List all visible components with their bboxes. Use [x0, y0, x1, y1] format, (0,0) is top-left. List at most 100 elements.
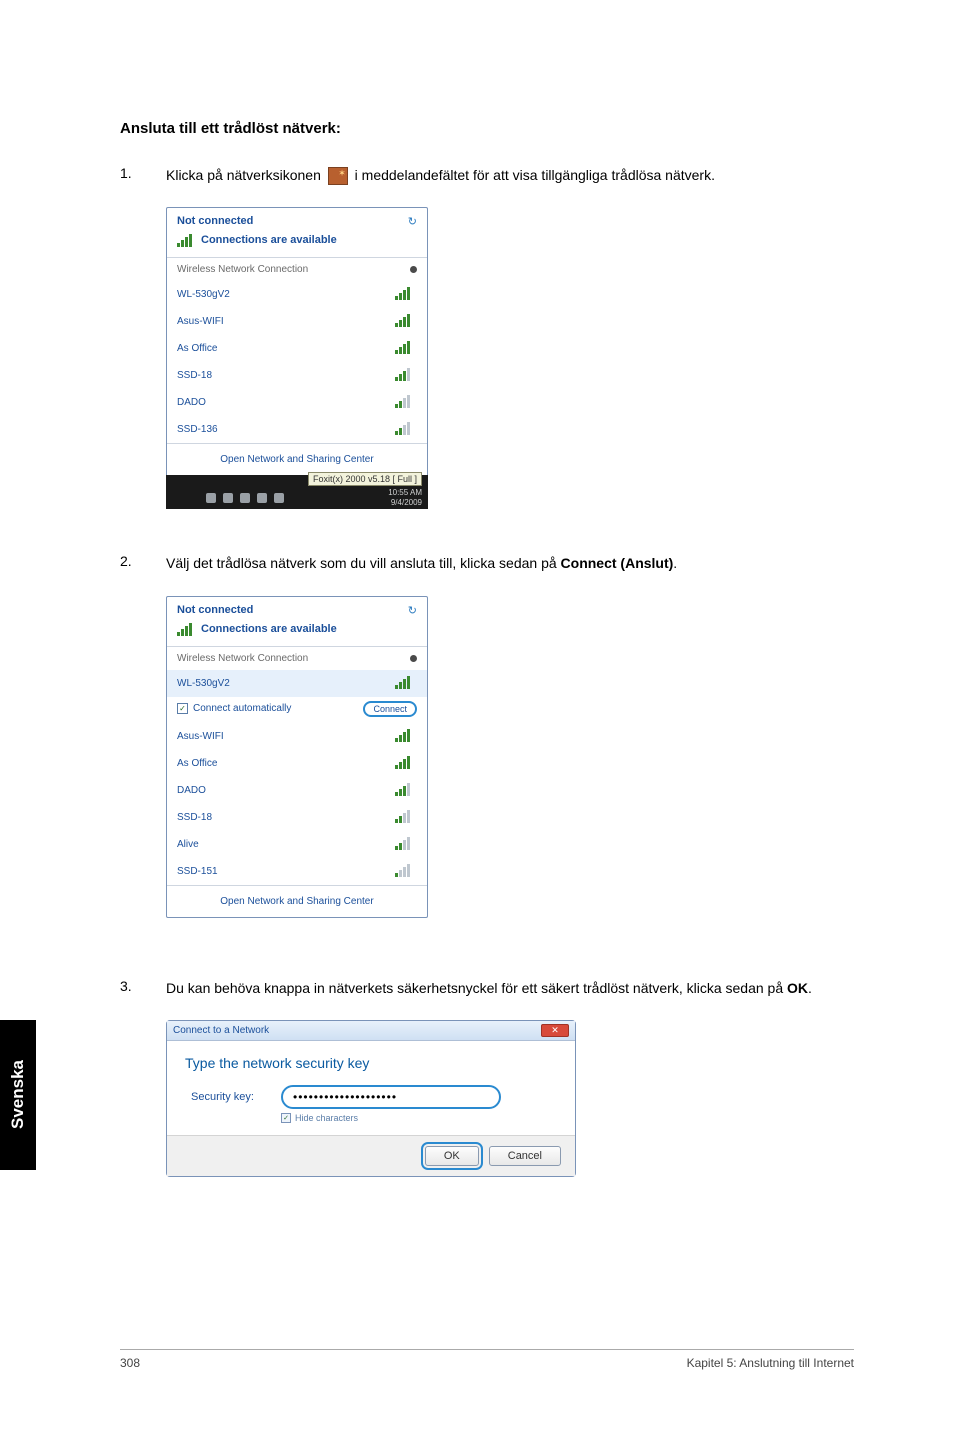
refresh-icon[interactable]: ↻: [408, 215, 417, 228]
clock: 10:55 AM 9/4/2009: [388, 488, 422, 507]
hide-chars-row: ✓ Hide characters: [281, 1113, 557, 1123]
network-name: SSD-18: [177, 370, 212, 381]
network-tray-icon: [328, 167, 348, 185]
open-sharing-center-link[interactable]: Open Network and Sharing Center: [167, 443, 427, 475]
step-3-bold: OK: [787, 980, 808, 996]
hide-chars-checkbox[interactable]: ✓: [281, 1113, 291, 1123]
step-2-post: .: [673, 555, 677, 571]
signal-icon: [395, 421, 413, 435]
network-name: SSD-136: [177, 424, 218, 435]
dialog-titlebar: Connect to a Network ✕: [167, 1021, 575, 1041]
signal-icon: [395, 340, 413, 354]
tray-icons: [206, 493, 284, 503]
language-tab: Svenska: [0, 1020, 36, 1170]
network-item[interactable]: As Office: [167, 335, 427, 362]
network-item[interactable]: Asus-WIFI: [167, 308, 427, 335]
signal-icon: [177, 233, 195, 247]
dialog-heading: Type the network security key: [185, 1055, 557, 1071]
tray-tooltip: Foxit(x) 2000 v5.18 [ Full ]: [308, 472, 422, 486]
popup1-list: WL-530gV2 Asus-WIFI As Office SSD-18 DAD…: [167, 281, 427, 443]
step-3-num: 3.: [120, 978, 166, 994]
popup2-section: Wireless Network Connection: [167, 646, 427, 670]
signal-icon: [395, 836, 413, 850]
security-key-label: Security key:: [191, 1091, 267, 1103]
step-3: 3. Du kan behöva knappa in nätverkets sä…: [120, 978, 854, 998]
signal-icon: [395, 313, 413, 327]
network-name: DADO: [177, 785, 206, 796]
connect-row: ✓ Connect automatically Connect: [167, 697, 427, 723]
popup2-title: Not connected: [177, 604, 417, 616]
network-name: SSD-18: [177, 812, 212, 823]
step-1-text: Klicka på nätverksikonen i meddelandefäl…: [166, 165, 715, 185]
page-heading: Ansluta till ett trådlöst nätverk:: [120, 120, 854, 137]
network-item[interactable]: SSD-151: [167, 858, 427, 885]
step-2-bold: Connect (Anslut): [561, 555, 674, 571]
signal-icon: [395, 809, 413, 823]
network-name: Asus-WIFI: [177, 731, 224, 742]
network-name: SSD-151: [177, 866, 218, 877]
step-2-num: 2.: [120, 553, 166, 569]
step-1-num: 1.: [120, 165, 166, 181]
taskbar: Foxit(x) 2000 v5.18 [ Full ] 10:55 AM 9/…: [166, 475, 428, 509]
open-sharing-center-link[interactable]: Open Network and Sharing Center: [167, 885, 427, 917]
dialog-title: Connect to a Network: [173, 1025, 269, 1036]
popup2-section-label: Wireless Network Connection: [177, 653, 308, 664]
step-2-pre: Välj det trådlösa nätverk som du vill an…: [166, 555, 561, 571]
network-item[interactable]: As Office: [167, 750, 427, 777]
network-name: As Office: [177, 343, 217, 354]
network-name: WL-530gV2: [177, 678, 230, 689]
popup1-section-label: Wireless Network Connection: [177, 264, 308, 275]
signal-icon: [395, 286, 413, 300]
security-key-dialog: Connect to a Network ✕ Type the network …: [166, 1020, 576, 1177]
popup1-title: Not connected: [177, 215, 417, 227]
ok-button[interactable]: OK: [425, 1146, 479, 1166]
network-name: DADO: [177, 397, 206, 408]
network-item[interactable]: Alive: [167, 831, 427, 858]
page-number: 308: [120, 1356, 140, 1370]
step-3-text: Du kan behöva knappa in nätverkets säker…: [166, 978, 812, 998]
expand-icon[interactable]: [410, 655, 417, 662]
step-1-post: i meddelandefältet för att visa tillgäng…: [355, 167, 715, 183]
security-key-input[interactable]: ••••••••••••••••••••: [281, 1085, 501, 1109]
refresh-icon[interactable]: ↻: [408, 604, 417, 617]
step-3-pre: Du kan behöva knappa in nätverkets säker…: [166, 980, 787, 996]
network-item[interactable]: DADO: [167, 389, 427, 416]
network-name: As Office: [177, 758, 217, 769]
close-button[interactable]: ✕: [541, 1024, 569, 1037]
popup1-avail: Connections are available: [201, 234, 337, 246]
signal-icon: [395, 782, 413, 796]
step-1: 1. Klicka på nätverksikonen i meddelande…: [120, 165, 854, 185]
network-item[interactable]: Asus-WIFI: [167, 723, 427, 750]
step-1-pre: Klicka på nätverksikonen: [166, 167, 325, 183]
network-item[interactable]: WL-530gV2: [167, 281, 427, 308]
network-item[interactable]: SSD-18: [167, 362, 427, 389]
hide-chars-label: Hide characters: [295, 1113, 358, 1123]
security-key-value: ••••••••••••••••••••: [293, 1090, 397, 1104]
signal-icon: [395, 863, 413, 877]
popup1-section: Wireless Network Connection: [167, 257, 427, 281]
network-item[interactable]: SSD-18: [167, 804, 427, 831]
wifi-popup-2: ↻ Not connected Connections are availabl…: [166, 596, 428, 918]
signal-icon: [395, 755, 413, 769]
network-item-selected[interactable]: WL-530gV2: [167, 670, 427, 697]
signal-icon: [177, 622, 195, 636]
wifi-popup-1: ↻ Not connected Connections are availabl…: [166, 207, 428, 509]
time: 10:55 AM: [388, 488, 422, 497]
network-name: Alive: [177, 839, 199, 850]
cancel-button[interactable]: Cancel: [489, 1146, 561, 1166]
step-3-post: .: [808, 980, 812, 996]
expand-icon[interactable]: [410, 266, 417, 273]
network-item[interactable]: SSD-136: [167, 416, 427, 443]
step-2-text: Välj det trådlösa nätverk som du vill an…: [166, 553, 677, 573]
date: 9/4/2009: [391, 498, 422, 507]
signal-icon: [395, 728, 413, 742]
network-item[interactable]: DADO: [167, 777, 427, 804]
network-name: WL-530gV2: [177, 289, 230, 300]
auto-connect-checkbox[interactable]: ✓: [177, 703, 188, 714]
page-footer: 308 Kapitel 5: Anslutning till Internet: [120, 1349, 854, 1370]
signal-icon: [395, 367, 413, 381]
connect-button[interactable]: Connect: [363, 701, 417, 717]
step-2: 2. Välj det trådlösa nätverk som du vill…: [120, 553, 854, 573]
auto-connect-label: Connect automatically: [193, 703, 291, 714]
network-name: Asus-WIFI: [177, 316, 224, 327]
